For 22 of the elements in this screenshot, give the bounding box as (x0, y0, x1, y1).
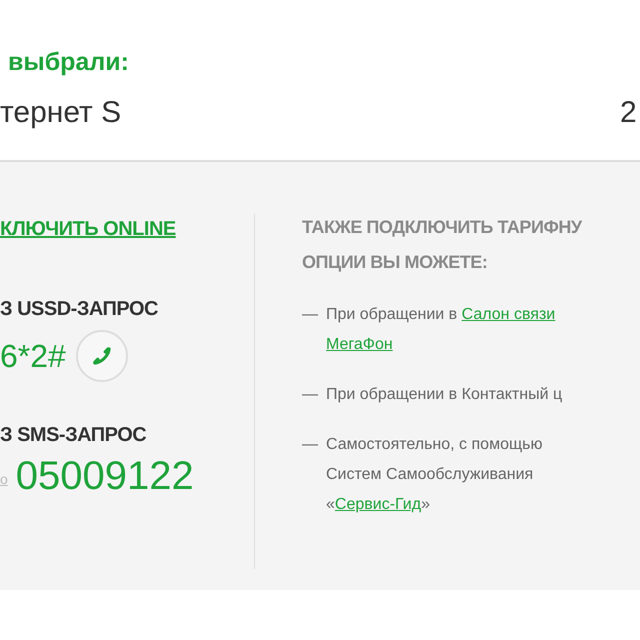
option-link[interactable]: Салон связи (462, 306, 556, 323)
option-text: При обращении в Контактный ц (326, 385, 562, 405)
options-heading: ОПЦИИ ВЫ МОЖЕТЕ: (302, 251, 488, 274)
sms-number: 05009122 (16, 456, 194, 496)
connect-online-link[interactable]: КЛЮЧИТЬ ONLINE (0, 218, 176, 240)
dash-mark: — (302, 435, 318, 455)
dash-mark: — (302, 385, 318, 405)
sms-title: З SMS-ЗАПРОС (0, 423, 148, 448)
ussd-code: 6*2# (0, 340, 66, 372)
ussd-title: З USSD-ЗАПРОС (0, 297, 159, 322)
option-text: При обращении в Салон связи (326, 305, 556, 325)
sms-prefix: о (0, 470, 8, 489)
option-text: Самостоятельно, с помощью (326, 435, 542, 455)
section-label: выбрали: (8, 47, 129, 78)
option-link[interactable]: МегаФон (326, 336, 393, 353)
option-text: «Сервис-Гид» (326, 495, 431, 515)
tariff-name: тернет S (0, 95, 122, 131)
options-heading: ТАКЖЕ ПОДКЛЮЧИТЬ ТАРИФНУ (302, 216, 584, 239)
option-text: Систем Самообслуживания (326, 465, 534, 485)
dash-mark: — (302, 305, 318, 325)
option-link[interactable]: Сервис-Гид (334, 496, 422, 513)
price-text: 2 (620, 95, 637, 131)
